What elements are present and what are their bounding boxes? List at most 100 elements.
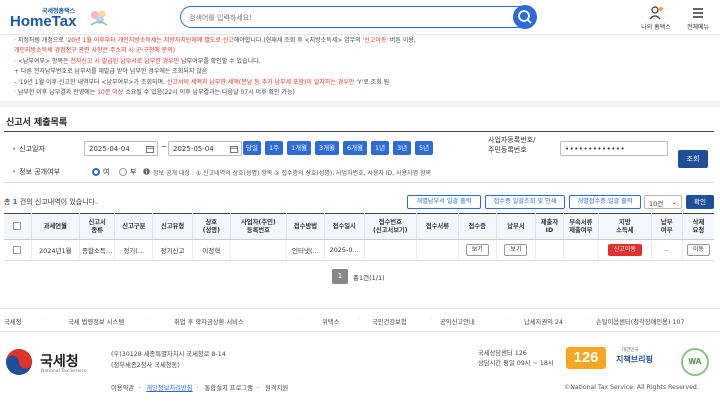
cell-method: 인터넷(… xyxy=(286,239,325,261)
period-1year-button[interactable]: 1년 xyxy=(371,141,389,155)
result-count: 총 1 건의 신고내역이 있습니다. xyxy=(4,197,97,207)
call-center-info: 국세상담센터 126 상담시간 평일 09시 ~ 18시 xyxy=(478,349,554,369)
print-individual-receipts-button[interactable]: 개별접수증 일괄 출력 xyxy=(569,195,641,209)
notice-text: · 지정처럼 개정으로 xyxy=(14,37,66,44)
notice-box: · 지정처럼 개정으로 '20년 1월 이후부터 개인지방소득세는 지방자치단체… xyxy=(14,36,710,100)
receipt-view-button[interactable]: 보기 xyxy=(465,244,489,256)
print-receipts-button[interactable]: 접수증 일괄조회 및 인쇄 xyxy=(485,195,565,209)
hamburger-icon xyxy=(693,8,703,18)
period-today-button[interactable]: 당일 xyxy=(243,141,261,155)
jichak-sub: 대한민국 xyxy=(622,348,639,353)
footer-link[interactable]: 국민건강보험 xyxy=(372,317,407,326)
all-menu-button[interactable]: 전체메뉴 xyxy=(680,3,716,31)
cell-payment: 보기 xyxy=(496,239,537,261)
date-tilde: ~ xyxy=(161,143,167,151)
notice-highlight: 신고서의 세액과 납부한 세액(분납 등 추가 납부세 포함)이 일치하는 경우… xyxy=(166,78,355,86)
footer-separator: · xyxy=(430,316,432,323)
footer-link[interactable]: 국세청 xyxy=(4,317,21,326)
nts-logo[interactable]: 국세청 National Tax Service xyxy=(4,347,87,379)
my-hometax-button[interactable]: 나의 홈택스 xyxy=(638,3,674,31)
notice-line: 개인지방소득세 경정청구 관련 사항은 주소지 시·군·구청에 문의) xyxy=(14,46,710,56)
period-3year-button[interactable]: 3년 xyxy=(393,141,411,155)
install-program-link[interactable]: 통합설치 프로그램 xyxy=(205,385,253,392)
footer-link[interactable]: 취업 후 학자금상환 서비스 xyxy=(174,317,244,326)
cell-kind: 종합소득… xyxy=(79,239,116,261)
footer-link[interactable]: 공익신고안내 xyxy=(440,317,475,326)
period-5year-button[interactable]: 5년 xyxy=(415,141,433,155)
korea-policy-briefing-logo[interactable]: 대한민국 지책브리핑 xyxy=(616,347,672,371)
footer-link[interactable]: 손탈이음센터(청각장애인용) 107 xyxy=(596,317,684,326)
search-form: • 신고일자 2025-04-04 ~ 2025-05-04 당일 1주 1개월 … xyxy=(4,131,714,183)
cell-attach xyxy=(563,239,600,261)
period-1month-button[interactable]: 1개월 xyxy=(287,141,311,155)
notice-highlight: '20년 1월 이후부터 개인지방소득세는 지방자치단체에 별도로 신고 xyxy=(65,37,234,44)
address-line1: (우)30128 세종특별자치시 국세청로 8-14 xyxy=(111,351,226,358)
table-header: 부속서류 제출여부 xyxy=(563,213,600,240)
period-6month-button[interactable]: 6개월 xyxy=(343,141,367,155)
notice-line: - '19년 1월 이후 신고한 내역부터 <납부여부>가 조회되며, 신고서의… xyxy=(14,78,710,88)
cell-receipt-no[interactable] xyxy=(364,239,418,261)
notice-line: + 다른 전자납부번호로 납부서를 재발급 받아 납부한 경우에는 조회되지 않… xyxy=(14,67,710,77)
hometax-logo[interactable]: 국세청홈택스 HomeTax xyxy=(6,3,110,31)
radio-no[interactable] xyxy=(119,168,127,176)
user-lock-icon xyxy=(649,6,663,20)
footer-separator: · xyxy=(298,316,300,323)
table-header: 사업자(주민) 등록번호 xyxy=(230,213,288,240)
center-hours: 상담시간 평일 09시 ~ 18시 xyxy=(478,360,554,367)
date-label: 신고일자 xyxy=(19,145,45,153)
table-header-row: 과세연월 신고서 종류 신고구분 신고유형 상호 (성명) 사업자(주민) 등록… xyxy=(4,213,714,240)
page-size-ok-button[interactable]: 확인 xyxy=(686,195,714,209)
header-select xyxy=(4,213,32,240)
cell-delete: 이동 xyxy=(682,239,714,261)
count-suffix: 건의 신고내역이 있습니다. xyxy=(17,198,98,206)
period-1week-button[interactable]: 1주 xyxy=(265,141,283,155)
local-tax-move-button[interactable]: 신고이동 xyxy=(607,244,642,256)
info-icon xyxy=(143,168,150,175)
cell-local-tax: 신고이동 xyxy=(598,239,652,261)
page-size-select[interactable]: 10건 ⌄ xyxy=(644,195,682,209)
search-button[interactable] xyxy=(513,5,537,29)
notice-text: · <납부여부> 항목은 xyxy=(14,57,71,65)
query-button[interactable]: 조회 xyxy=(678,150,708,168)
filing-table: 과세연월 신고서 종류 신고구분 신고유형 상호 (성명) 사업자(주민) 등록… xyxy=(4,213,714,261)
cell-type: 정기신고 xyxy=(152,239,193,261)
search-input[interactable] xyxy=(189,10,509,25)
notice-text: 버튼 이용, xyxy=(388,37,416,44)
header: 국세청홈택스 HomeTax 나의 홈택스 xyxy=(0,0,720,34)
footer-link[interactable]: 납세자권익 24 xyxy=(524,317,563,326)
delete-request-button[interactable]: 이동 xyxy=(686,244,710,256)
print-payment-slips-button[interactable]: 개별납부서 일괄 출력 xyxy=(407,195,481,209)
table-header: 신고서 종류 xyxy=(79,213,116,240)
nts-address: (우)30128 세종특별자치시 국세청로 8-14 (정부세종2청사 국세청동… xyxy=(111,349,226,371)
cell-period: 2024년1월 xyxy=(31,239,80,261)
table-header: 지방 소득세 xyxy=(598,213,652,240)
privacy-policy-link[interactable]: 개인정보처리방침 xyxy=(146,385,192,392)
end-date-input[interactable]: 2025-05-04 xyxy=(168,141,242,156)
nts-english-name: National Tax Service xyxy=(41,369,87,374)
cell-regno xyxy=(230,239,288,261)
flower-decoration-icon xyxy=(90,10,108,26)
nts-name: 국세청 xyxy=(40,354,79,370)
payment-view-button[interactable]: 보기 xyxy=(504,244,528,256)
start-date-input[interactable]: 2025-04-04 xyxy=(84,141,158,156)
remote-support-link[interactable]: 원격지원 xyxy=(265,385,288,392)
terms-link[interactable]: 이용약관 xyxy=(111,385,134,392)
cell-datetime: 2025-0… xyxy=(324,239,365,261)
footer-link[interactable]: 국세 법령정보 시스템 xyxy=(68,317,124,326)
section-title: 신고서 제출목록 xyxy=(6,118,68,128)
select-all-checkbox[interactable] xyxy=(13,222,22,230)
row-checkbox[interactable] xyxy=(13,246,22,254)
period-3month-button[interactable]: 3개월 xyxy=(315,141,339,155)
calendar-icon[interactable] xyxy=(146,145,154,153)
footer-separator: · xyxy=(148,316,150,323)
table-row: 2024년1월 종합소득… 정기(… 정기신고 이정혁 인터넷(… 2025-0… xyxy=(4,239,714,261)
biz-number-input[interactable]: ••••••••••••• xyxy=(560,141,668,156)
table-header: 접수증 xyxy=(458,213,497,240)
footer-separator: · xyxy=(44,316,46,323)
pagination-current[interactable]: 1 xyxy=(332,269,348,284)
calendar-icon[interactable] xyxy=(230,145,238,153)
notice-line: · 지정처럼 개정으로 '20년 1월 이후부터 개인지방소득세는 지방자치단체… xyxy=(14,36,710,46)
footer-link[interactable]: 위택스 xyxy=(322,317,339,326)
table-header: 납부서 xyxy=(496,213,537,240)
radio-yes[interactable] xyxy=(92,168,100,176)
